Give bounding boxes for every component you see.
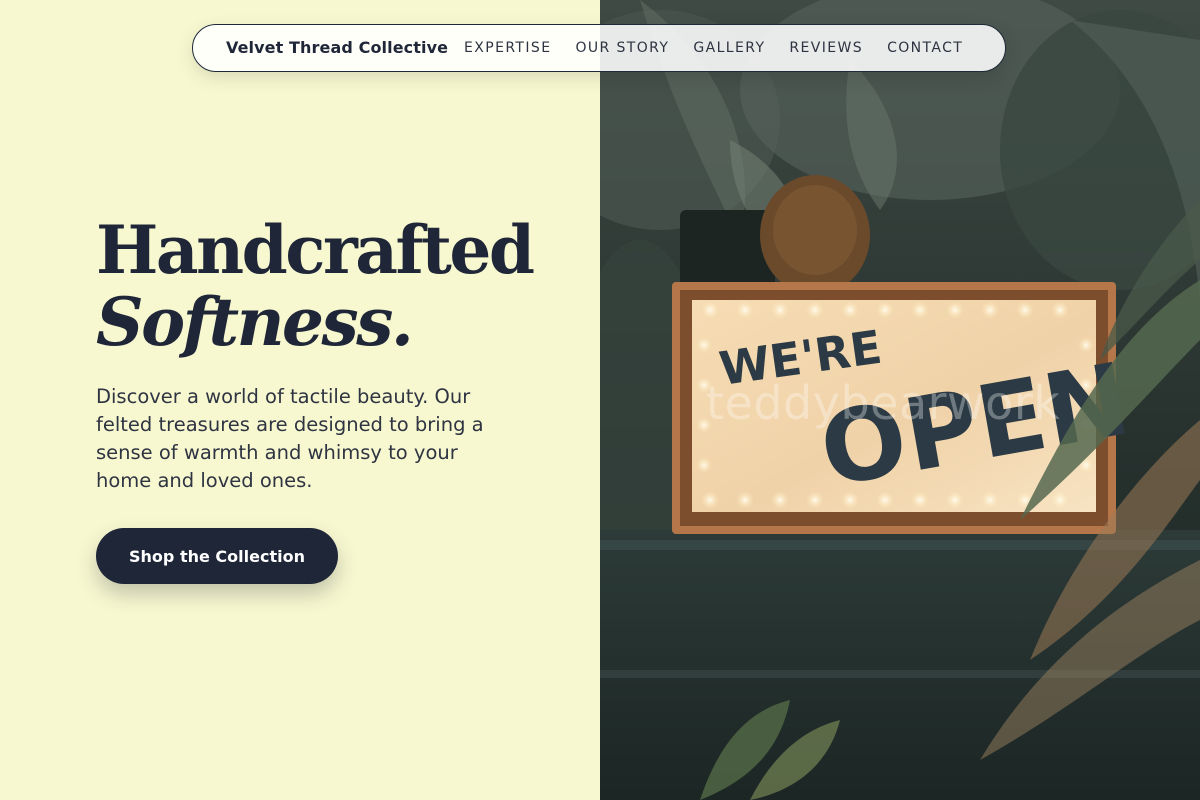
nav-link-contact[interactable]: CONTACT [887,40,963,56]
hero-image: WE'RE OPEN teddybearwork [600,0,1200,800]
nav-link-gallery[interactable]: GALLERY [693,40,765,56]
nav-links: EXPERTISE OUR STORY GALLERY REVIEWS CONT… [464,40,963,56]
hero-title-line1: Handcrafted [96,211,535,289]
brand-name[interactable]: Velvet Thread Collective [226,38,448,57]
nav-link-reviews[interactable]: REVIEWS [789,40,863,56]
hero-left-panel: Handcrafted Softness. Discover a world o… [0,0,600,800]
page: Handcrafted Softness. Discover a world o… [0,0,1200,800]
shop-collection-button[interactable]: Shop the Collection [96,528,338,584]
top-navigation: Velvet Thread Collective EXPERTISE OUR S… [192,24,1006,72]
nav-link-expertise[interactable]: EXPERTISE [464,40,551,56]
hero-title-line2: Softness. [96,283,414,361]
watermark: teddybearwork [706,376,1061,430]
hero-title: Handcrafted Softness. [96,211,535,361]
hero-description: Discover a world of tactile beauty. Our … [96,385,484,492]
nav-link-our-story[interactable]: OUR STORY [575,40,669,56]
